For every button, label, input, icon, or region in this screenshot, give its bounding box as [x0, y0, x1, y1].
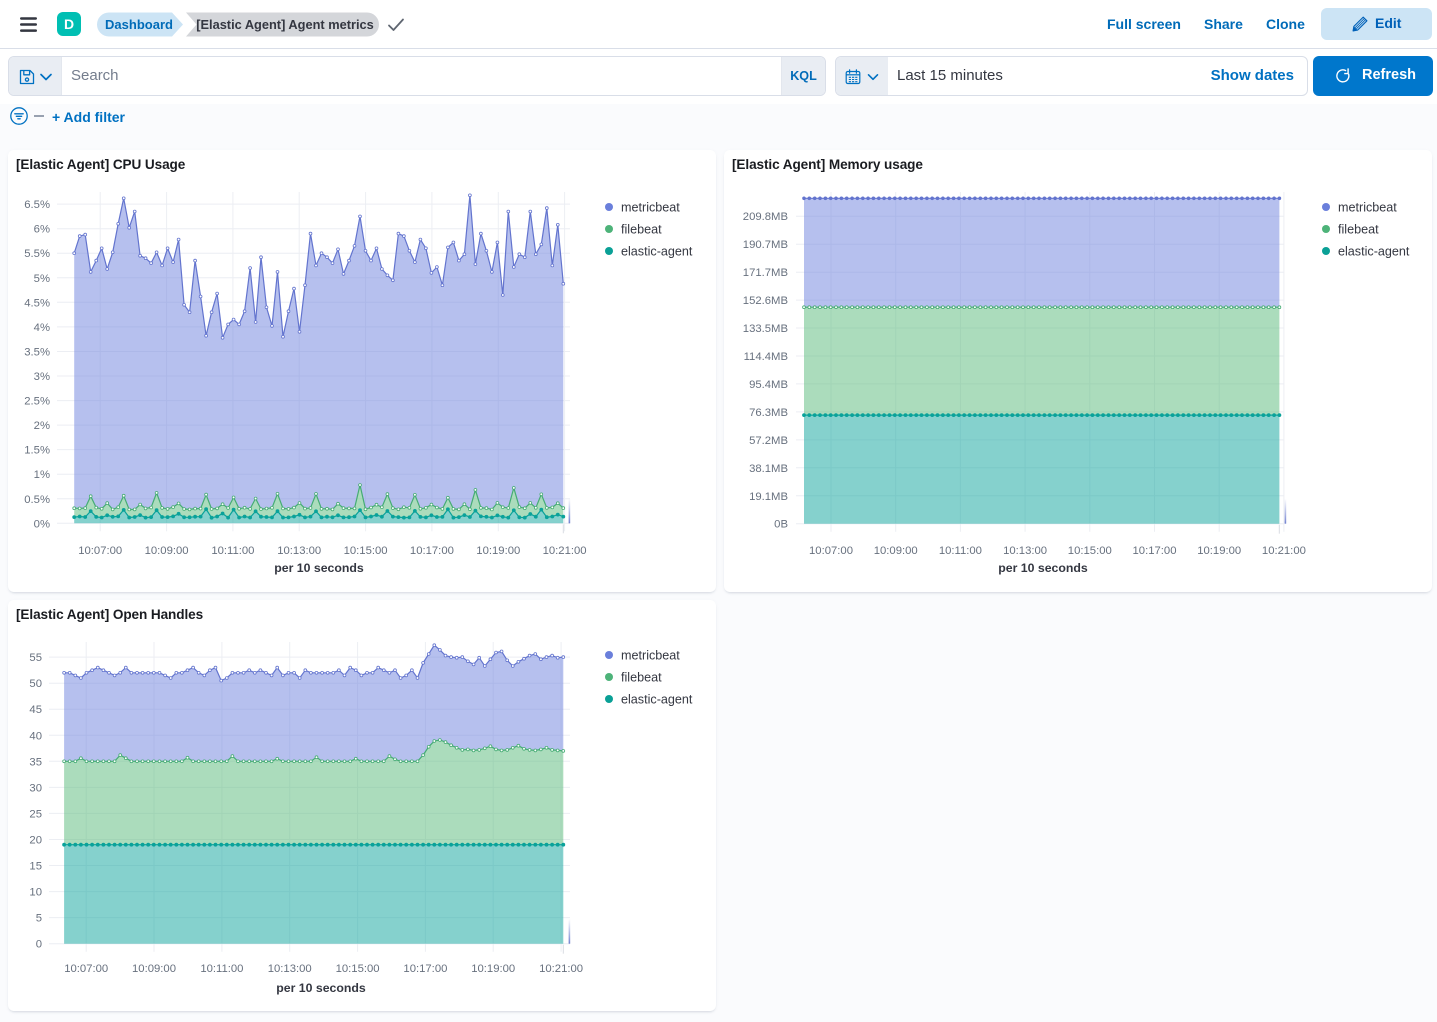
svg-text:elastic-agent: elastic-agent	[621, 693, 693, 707]
svg-text:10:19:00: 10:19:00	[476, 545, 520, 557]
svg-text:10:11:00: 10:11:00	[211, 545, 254, 557]
svg-text:0.5%: 0.5%	[24, 494, 50, 506]
svg-text:57.2MB: 57.2MB	[749, 435, 788, 447]
svg-text:25: 25	[29, 808, 42, 820]
svg-text:1%: 1%	[34, 469, 50, 481]
svg-text:per 10 seconds: per 10 seconds	[998, 561, 1088, 575]
svg-text:filebeat: filebeat	[621, 223, 662, 237]
svg-text:10:07:00: 10:07:00	[64, 963, 108, 975]
svg-text:30: 30	[29, 782, 42, 794]
svg-text:35: 35	[29, 756, 42, 768]
svg-text:filebeat: filebeat	[621, 671, 662, 685]
svg-text:76.3MB: 76.3MB	[749, 407, 788, 419]
svg-text:4%: 4%	[34, 322, 50, 334]
svg-text:40: 40	[29, 730, 42, 742]
svg-text:152.6MB: 152.6MB	[743, 295, 788, 307]
svg-text:2%: 2%	[34, 420, 50, 432]
svg-text:190.7MB: 190.7MB	[743, 239, 788, 251]
svg-text:4.5%: 4.5%	[24, 297, 50, 309]
svg-text:10:21:00: 10:21:00	[1262, 545, 1306, 557]
svg-text:6%: 6%	[34, 224, 50, 236]
svg-text:10:09:00: 10:09:00	[874, 545, 918, 557]
svg-text:15: 15	[29, 861, 42, 873]
svg-text:elastic-agent: elastic-agent	[621, 245, 693, 259]
svg-text:6.5%: 6.5%	[24, 199, 50, 211]
svg-text:0: 0	[36, 939, 42, 951]
svg-text:per 10 seconds: per 10 seconds	[276, 981, 366, 995]
svg-text:3%: 3%	[34, 371, 50, 383]
svg-text:114.4MB: 114.4MB	[744, 351, 788, 363]
svg-text:10:09:00: 10:09:00	[145, 545, 189, 557]
svg-text:5%: 5%	[34, 273, 50, 285]
svg-text:10:09:00: 10:09:00	[132, 963, 176, 975]
svg-text:Dashboard: Dashboard	[105, 17, 173, 32]
svg-text:10:21:00: 10:21:00	[543, 545, 587, 557]
svg-text:filebeat: filebeat	[1338, 223, 1379, 237]
svg-text:metricbeat: metricbeat	[621, 649, 680, 663]
svg-text:209.8MB: 209.8MB	[743, 211, 788, 223]
svg-text:5.5%: 5.5%	[24, 248, 50, 260]
svg-text:10:13:00: 10:13:00	[268, 963, 312, 975]
svg-text:per 10 seconds: per 10 seconds	[274, 561, 364, 575]
svg-text:10:13:00: 10:13:00	[277, 545, 321, 557]
svg-text:1.5%: 1.5%	[24, 445, 50, 457]
svg-text:133.5MB: 133.5MB	[743, 323, 788, 335]
svg-text:50: 50	[29, 678, 42, 690]
svg-text:10:15:00: 10:15:00	[344, 545, 388, 557]
svg-text:[Elastic Agent] Memory usage: [Elastic Agent] Memory usage	[732, 157, 923, 172]
svg-text:171.7MB: 171.7MB	[743, 267, 788, 279]
svg-text:10: 10	[29, 887, 42, 899]
svg-text:2.5%: 2.5%	[24, 396, 50, 408]
svg-text:10:17:00: 10:17:00	[403, 963, 447, 975]
svg-text:38.1MB: 38.1MB	[749, 463, 788, 475]
svg-text:10:11:00: 10:11:00	[200, 963, 243, 975]
svg-text:19.1MB: 19.1MB	[749, 491, 788, 503]
svg-text:55: 55	[29, 652, 42, 664]
svg-text:metricbeat: metricbeat	[1338, 201, 1397, 215]
svg-text:0%: 0%	[34, 518, 50, 530]
svg-text:95.4MB: 95.4MB	[749, 379, 788, 391]
svg-text:10:17:00: 10:17:00	[410, 545, 454, 557]
svg-text:0B: 0B	[774, 519, 788, 531]
svg-text:[Elastic Agent] Open Handles: [Elastic Agent] Open Handles	[16, 607, 203, 622]
svg-text:10:07:00: 10:07:00	[809, 545, 853, 557]
svg-text:45: 45	[29, 704, 42, 716]
svg-text:10:13:00: 10:13:00	[1003, 545, 1047, 557]
svg-text:10:19:00: 10:19:00	[471, 963, 515, 975]
svg-text:3.5%: 3.5%	[24, 347, 50, 359]
svg-text:10:15:00: 10:15:00	[336, 963, 380, 975]
svg-text:10:19:00: 10:19:00	[1197, 545, 1241, 557]
svg-text:10:11:00: 10:11:00	[939, 545, 982, 557]
svg-text:[Elastic Agent] Agent metrics: [Elastic Agent] Agent metrics	[196, 17, 374, 32]
svg-text:10:15:00: 10:15:00	[1068, 545, 1112, 557]
svg-text:10:21:00: 10:21:00	[539, 963, 583, 975]
svg-text:[Elastic Agent] CPU Usage: [Elastic Agent] CPU Usage	[16, 157, 186, 172]
svg-text:10:17:00: 10:17:00	[1133, 545, 1177, 557]
svg-text:5: 5	[36, 913, 42, 925]
svg-text:10:07:00: 10:07:00	[78, 545, 122, 557]
svg-text:elastic-agent: elastic-agent	[1338, 245, 1410, 259]
svg-text:20: 20	[29, 835, 42, 847]
svg-text:metricbeat: metricbeat	[621, 201, 680, 215]
